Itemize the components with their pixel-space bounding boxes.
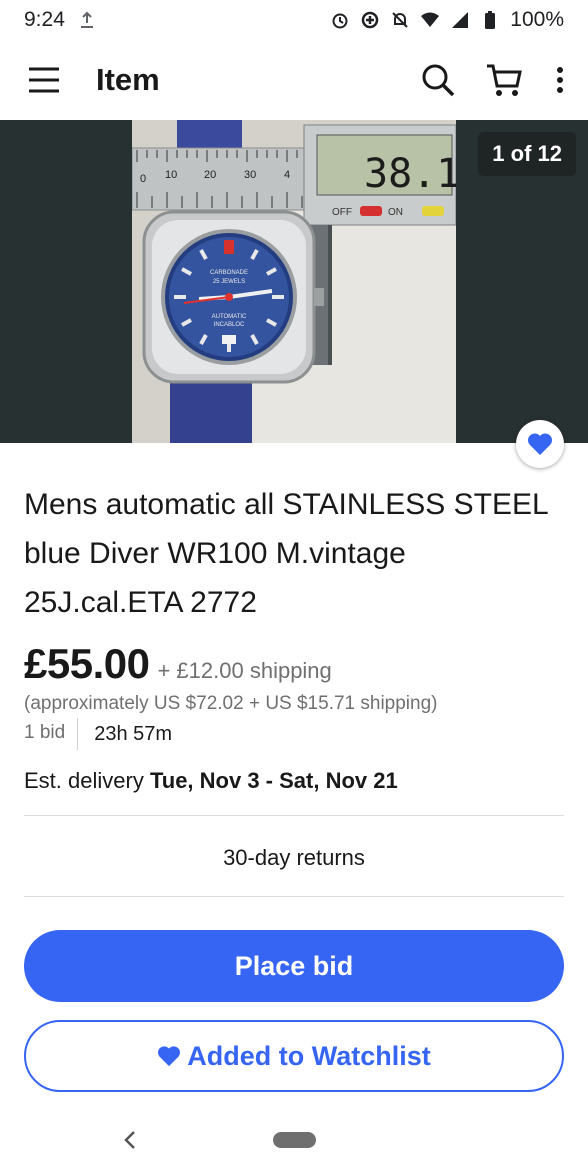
caliper-off-label: OFF: [332, 207, 352, 218]
status-time: 9:24: [24, 8, 65, 31]
menu-button[interactable]: [24, 60, 64, 100]
item-image-gallery[interactable]: 0 10 20 30 4 38.1 OFF ON CARBONADE 25 JE…: [0, 120, 588, 443]
caliper-reading: 38.1: [364, 151, 456, 197]
back-chevron-icon[interactable]: [116, 1126, 144, 1154]
shipping-cost: + £12.00 shipping: [157, 658, 332, 683]
upload-icon: [80, 11, 93, 28]
svg-text:10: 10: [165, 169, 177, 181]
page-title: Item: [96, 62, 160, 97]
delivery-dates: Tue, Nov 3 - Sat, Nov 21: [149, 768, 398, 793]
bid-count[interactable]: 1 bid: [24, 718, 79, 750]
watchlist-label: Added to Watchlist: [187, 1040, 431, 1071]
divider: [24, 896, 564, 897]
more-options-button[interactable]: [550, 60, 570, 100]
approx-price: (approximately US $72.02 + US $15.71 shi…: [24, 693, 438, 714]
returns-policy[interactable]: 30-day returns: [0, 845, 588, 871]
cart-button[interactable]: [484, 60, 524, 100]
image-counter: 1 of 12: [478, 132, 576, 176]
heart-icon: [527, 433, 553, 455]
delivery-prefix: Est. delivery: [24, 768, 144, 793]
dial-automatic: AUTOMATIC: [212, 314, 247, 320]
alarm-icon: [332, 13, 348, 29]
item-price: £55.00: [24, 640, 150, 687]
place-bid-label: Place bid: [234, 950, 354, 981]
notifications-off-icon: [392, 12, 408, 28]
time-left: 23h 57m: [94, 722, 173, 745]
heart-icon: [158, 1046, 181, 1067]
data-saver-icon: [362, 11, 379, 29]
price-row: £55.00 + £12.00 shipping: [24, 640, 332, 688]
caliper-on-label: ON: [388, 207, 403, 218]
battery-icon: [485, 11, 496, 29]
svg-text:20: 20: [204, 169, 216, 181]
item-title: Mens automatic all STAINLESS STEEL blue …: [24, 488, 548, 619]
battery-percent: 100%: [510, 8, 564, 31]
svg-text:0: 0: [140, 173, 146, 185]
dial-incabloc: INCABLOC: [214, 322, 245, 328]
wifi-icon: [421, 12, 440, 27]
item-photo: 0 10 20 30 4 38.1 OFF ON CARBONADE 25 JE…: [132, 120, 456, 443]
dial-brand: CARBONADE: [210, 270, 248, 276]
svg-text:30: 30: [244, 169, 256, 181]
divider: [24, 815, 564, 816]
svg-text:4: 4: [284, 169, 290, 181]
app-bar: Item: [0, 40, 588, 120]
status-bar: 9:24 100%: [0, 0, 588, 40]
watchlist-heart-button[interactable]: [516, 420, 564, 468]
search-button[interactable]: [418, 60, 458, 100]
place-bid-button[interactable]: Place bid: [24, 930, 564, 1002]
estimated-delivery: Est. delivery Tue, Nov 3 - Sat, Nov 21: [24, 768, 398, 794]
home-pill[interactable]: [273, 1132, 316, 1148]
system-nav-bar: [0, 1110, 588, 1176]
bid-info-row: 1 bid 23h 57m: [24, 718, 172, 750]
watchlist-button[interactable]: Added to Watchlist: [24, 1020, 564, 1092]
signal-icon: [452, 12, 469, 28]
more-vert-icon: [557, 67, 563, 93]
dial-jewels: 25 JEWELS: [213, 279, 245, 285]
cart-icon: [487, 64, 522, 96]
menu-icon: [29, 67, 59, 93]
search-icon: [422, 64, 455, 97]
